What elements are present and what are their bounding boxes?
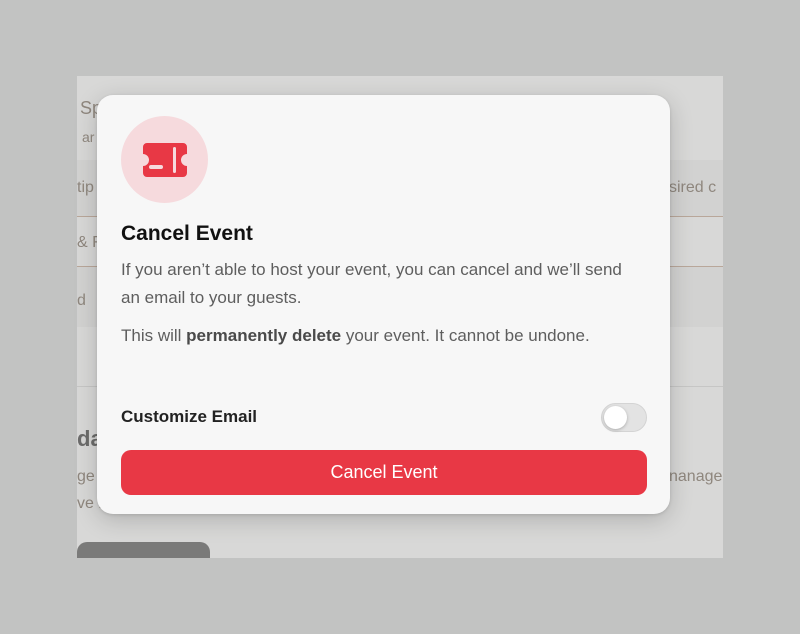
dialog-description: If you aren’t able to host your event, y… — [121, 260, 622, 307]
bg-header-subtitle: ar — [82, 129, 95, 145]
dialog-warning: This will permanently delete your event.… — [121, 322, 641, 350]
customize-email-label: Customize Email — [121, 407, 258, 426]
bg-desc-line1-left: ge — [77, 468, 95, 485]
customize-email-row: Customize Email — [121, 403, 647, 433]
warning-text-bold: permanently delete — [186, 326, 342, 345]
toggle-knob — [604, 406, 627, 429]
bg-row1-right: sired c — [669, 179, 717, 196]
ticket-icon — [142, 142, 187, 177]
cancel-event-button[interactable]: Cancel Event — [121, 450, 647, 495]
cancel-event-dialog: Cancel Event If you aren’t able to host … — [97, 95, 670, 514]
bg-desc-line1-right: nanage — [669, 468, 723, 485]
dialog-title: Cancel Event — [121, 222, 253, 245]
warning-text-after: your event. It cannot be undone. — [341, 326, 590, 345]
warning-text-before: This will — [121, 326, 187, 345]
customize-email-toggle[interactable] — [601, 403, 647, 432]
icon-badge — [121, 116, 208, 203]
bg-button — [77, 542, 210, 558]
bg-row1-left: tip — [77, 179, 94, 196]
bg-row3-left: d — [77, 292, 86, 309]
